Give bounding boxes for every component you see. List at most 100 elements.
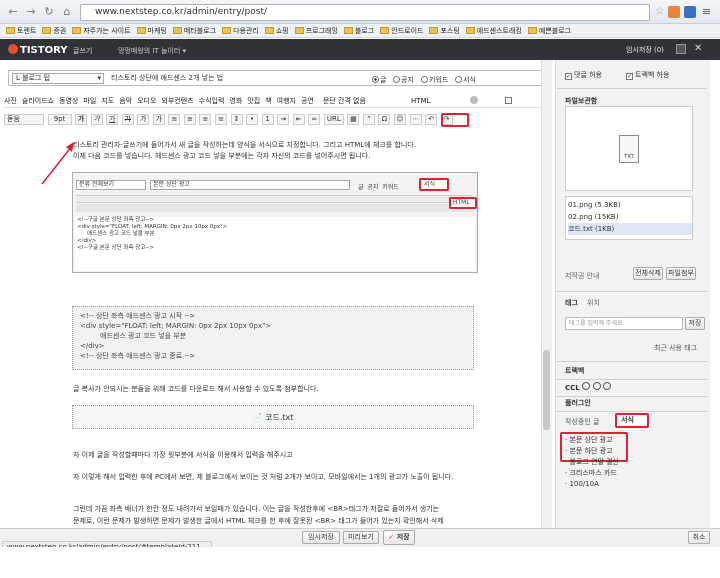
- save-button[interactable]: ✓ 저장: [383, 530, 415, 545]
- preview-button[interactable]: 미리보기: [343, 531, 379, 544]
- insert-toolbar-item[interactable]: 영화: [229, 94, 242, 108]
- bookmark-item[interactable]: 블로그: [343, 24, 374, 37]
- font-color-button[interactable]: 가: [137, 114, 150, 125]
- link-icon[interactable]: ∞: [308, 114, 321, 125]
- address-bar[interactable]: www.nextstep.co.kr/admin/entry/post/: [80, 4, 650, 21]
- post-body[interactable]: 티스토리 관리자-글쓰기에 들어가서 새 글을 작성하는데 양식을 서식으로 지…: [73, 140, 533, 162]
- attached-file[interactable]: 📄 코드.txt: [72, 405, 474, 429]
- tistory-logo[interactable]: TISTORY: [8, 44, 67, 56]
- bookmark-item[interactable]: 예쁜블로그: [527, 24, 571, 37]
- title-input[interactable]: 티스토리 상단에 애드센스 2개 넣는 법: [111, 73, 361, 84]
- close-icon[interactable]: ✕: [694, 43, 702, 54]
- more-icon[interactable]: ⋯: [409, 114, 422, 125]
- insert-toolbar-item[interactable]: 음악: [119, 94, 132, 108]
- bookmark-item[interactable]: 포스팅: [429, 24, 460, 37]
- editor-scrollbar[interactable]: [541, 60, 552, 530]
- cancel-button[interactable]: 취소: [688, 531, 710, 544]
- italic-button[interactable]: 가: [90, 114, 103, 125]
- insert-toolbar-item[interactable]: 수식입력: [199, 94, 225, 108]
- outdent-icon[interactable]: ⇤: [292, 114, 305, 125]
- home-icon[interactable]: ⌂: [60, 5, 74, 19]
- window-icon[interactable]: [676, 44, 686, 54]
- back-icon[interactable]: ←: [6, 5, 20, 19]
- template-item[interactable]: · 100/10A: [565, 479, 619, 490]
- template-item[interactable]: · 본문 상단 광고: [565, 435, 619, 446]
- insert-toolbar-item[interactable]: 파일: [83, 94, 96, 108]
- delete-all-button[interactable]: 전체삭제: [633, 267, 663, 280]
- insert-toolbar-item[interactable]: 여행지: [277, 94, 296, 108]
- quote-icon[interactable]: “: [362, 114, 375, 125]
- trackback-title[interactable]: 트랙백: [565, 366, 584, 376]
- table-icon[interactable]: ▦: [347, 114, 360, 125]
- trackback-allow-checkbox[interactable]: ✓ 트랙백 허용: [626, 70, 669, 80]
- insert-toolbar-item[interactable]: 슬라이드쇼: [22, 94, 54, 108]
- special-char-icon[interactable]: Ω: [378, 114, 391, 125]
- font-select[interactable]: 돋움: [4, 114, 44, 125]
- bold-button[interactable]: 가: [75, 114, 88, 125]
- insert-toolbar-item[interactable]: HTML: [411, 94, 430, 108]
- emoticon-icon[interactable]: ☺: [394, 114, 407, 125]
- line-height-icon[interactable]: ↕: [230, 114, 243, 125]
- numbered-list-icon[interactable]: 1: [261, 114, 274, 125]
- temp-save-counter[interactable]: 임시저장 (0): [626, 45, 664, 55]
- html-checkbox[interactable]: 서식: [505, 96, 514, 105]
- underline-button[interactable]: 가: [106, 114, 119, 125]
- category-select[interactable]: L 블로그 팁 ▾: [12, 73, 104, 84]
- url-button[interactable]: URL: [323, 114, 344, 125]
- blog-name[interactable]: 멍멍매왕의 IT 놀이터 ▾: [118, 46, 186, 56]
- indent-icon[interactable]: ⇥: [277, 114, 290, 125]
- insert-toolbar-item[interactable]: 지도: [101, 94, 114, 108]
- editor-scrollbar-thumb[interactable]: [543, 350, 550, 430]
- align-justify-icon[interactable]: ≡: [215, 114, 228, 125]
- file-item[interactable]: 01.png (5.3KB): [568, 199, 692, 211]
- font-size-select[interactable]: 9pt: [47, 114, 72, 125]
- bg-color-button[interactable]: 가: [152, 114, 165, 125]
- insert-toolbar-item[interactable]: 오디오: [137, 94, 156, 108]
- recent-tags-link[interactable]: 최근 사용 태그: [654, 343, 697, 353]
- template-tab[interactable]: 서식: [615, 413, 649, 428]
- file-item[interactable]: 02.png (15KB): [568, 211, 692, 223]
- align-right-icon[interactable]: ≡: [199, 114, 212, 125]
- insert-toolbar-item[interactable]: 사진: [4, 94, 17, 108]
- list-icon[interactable]: •: [246, 114, 259, 125]
- template-item[interactable]: · 본문 하단 광고: [565, 446, 619, 457]
- bookmark-item[interactable]: 안드로이드: [380, 24, 423, 37]
- insert-toolbar-item[interactable]: 동영상: [59, 94, 78, 108]
- star-icon[interactable]: ☆: [655, 6, 664, 17]
- forward-icon[interactable]: →: [24, 5, 38, 19]
- template-item[interactable]: · 블로그 연말 결산: [565, 457, 619, 468]
- align-center-icon[interactable]: ≡: [183, 114, 196, 125]
- bookmark-item[interactable]: 자주가는 사이트: [72, 24, 131, 37]
- bookmark-item[interactable]: 토렌트: [6, 24, 36, 37]
- tag-register-button[interactable]: 저장: [685, 317, 705, 330]
- type-radio-notice[interactable]: 공지: [393, 75, 414, 85]
- bookmark-item[interactable]: 다용관리: [222, 24, 259, 37]
- image-guide-link[interactable]: 저작권 안내: [565, 271, 599, 281]
- insert-toolbar-item[interactable]: 외부컨텐츠: [161, 94, 193, 108]
- location-tab[interactable]: 위치: [587, 298, 600, 308]
- bookmark-item[interactable]: 증권: [42, 24, 66, 37]
- ccl-title[interactable]: CCL: [565, 382, 612, 392]
- bookmark-item[interactable]: 애드센스트래킹: [465, 24, 522, 37]
- help-icon[interactable]: [470, 96, 478, 106]
- tag-input[interactable]: 태그를 입력해 주세요.: [565, 317, 683, 330]
- tag-tab[interactable]: 태그: [565, 298, 578, 308]
- reload-icon[interactable]: ↻: [42, 5, 56, 19]
- attach-file-button[interactable]: 파일첨부: [666, 267, 696, 280]
- insert-toolbar-item[interactable]: 문단 간격 없음: [323, 94, 366, 108]
- extension-icon[interactable]: [668, 6, 680, 18]
- undo-icon[interactable]: ↶: [425, 114, 438, 125]
- bookmark-item[interactable]: 프로그래밍: [294, 24, 338, 37]
- insert-toolbar-item[interactable]: 책: [265, 94, 271, 108]
- strike-button[interactable]: 가: [121, 114, 134, 125]
- writing-tab[interactable]: 작성중인 글: [565, 417, 599, 427]
- extension-chart-icon[interactable]: [684, 6, 696, 18]
- file-item-selected[interactable]: 코드.txt (1KB): [568, 223, 692, 235]
- code-block[interactable]: <!-- 상단 좌측 애드센스 광고 시작 --> <div style="FL…: [72, 306, 474, 370]
- plugin-title[interactable]: 플러그인: [565, 398, 591, 408]
- bookmark-item[interactable]: 메타블로그: [172, 24, 216, 37]
- align-left-icon[interactable]: ≡: [168, 114, 181, 125]
- insert-toolbar-item[interactable]: 공연: [301, 94, 314, 108]
- type-radio-template[interactable]: 서식: [455, 75, 476, 85]
- type-radio-post[interactable]: 글: [372, 75, 386, 85]
